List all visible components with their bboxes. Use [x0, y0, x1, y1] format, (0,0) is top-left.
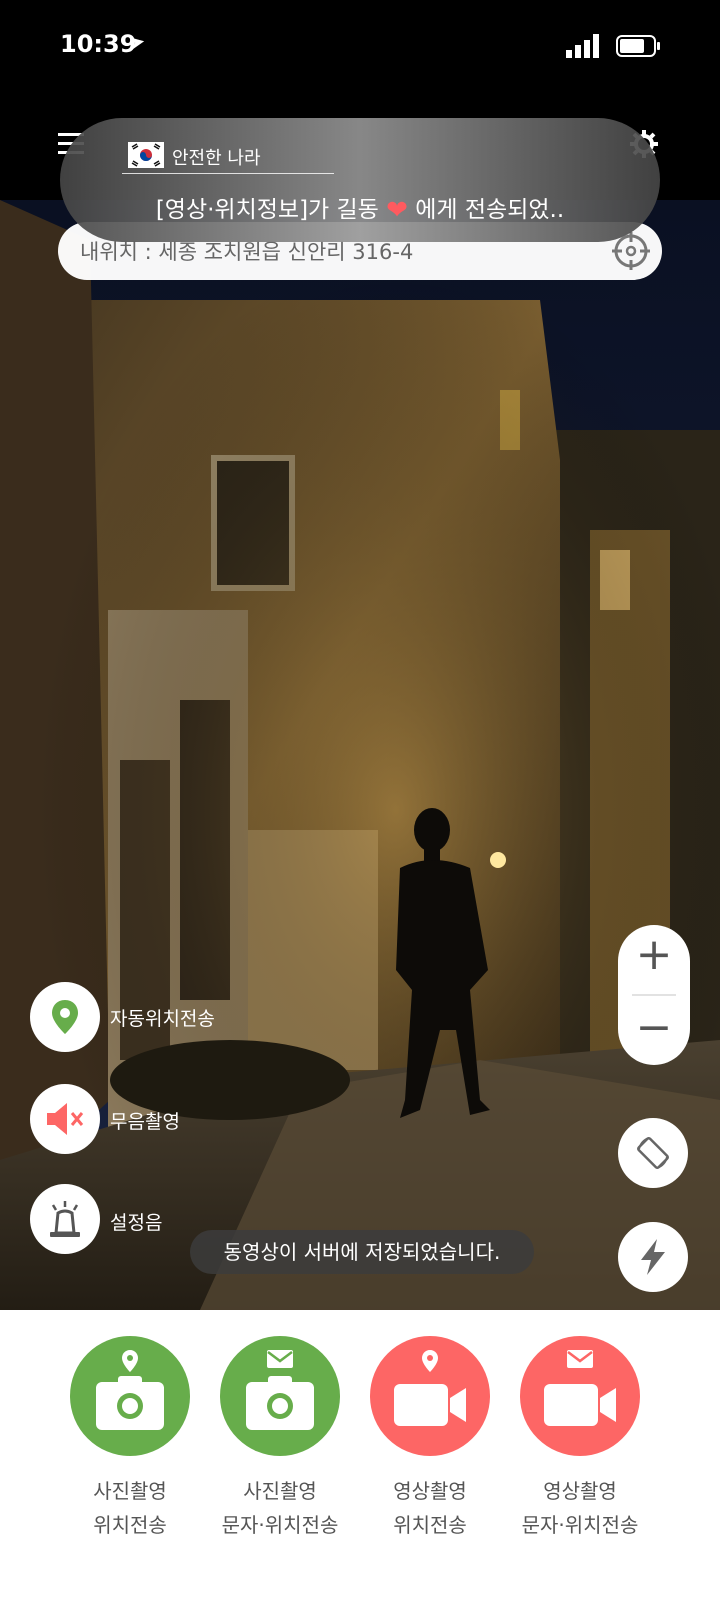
- battery-icon: [616, 35, 660, 57]
- notification-app-name: 안전한 나라: [172, 148, 261, 169]
- location-arrow-icon: ➤: [128, 30, 147, 55]
- map-pin-icon: [52, 1000, 78, 1034]
- alarm-sound-button[interactable]: [30, 1184, 100, 1254]
- video-sms-location-action[interactable]: 영상촬영 문자·위치전송: [510, 1336, 650, 1566]
- saved-toast: 동영상이 서버에 저장되었습니다.: [190, 1230, 534, 1274]
- heart-icon: ❤: [386, 195, 408, 226]
- action-bar: 사진촬영 위치전송 사진촬영 문자·위치전송 영상촬영 위치전송 영상촬영 문자…: [0, 1310, 720, 1600]
- video-sms-location-line1: 영상촬영: [543, 1479, 617, 1503]
- notification-message: [영상·위치정보]가 길동 ❤ 에게 전송되었..: [60, 190, 660, 226]
- speaker-mute-icon: [47, 1103, 84, 1135]
- silent-capture-label: 무음촬영: [110, 1111, 180, 1133]
- status-bar: 10:39 ➤: [0, 0, 720, 95]
- zoom-control: + −: [618, 925, 690, 1065]
- zoom-divider: [632, 994, 676, 996]
- video-sms-location-label: 영상촬영 문자·위치전송: [490, 1474, 670, 1542]
- auto-location-button[interactable]: [30, 982, 100, 1052]
- photo-sms-location-action[interactable]: 사진촬영 문자·위치전송: [210, 1336, 350, 1566]
- alley-scene-image: [0, 200, 720, 1310]
- photo-location-action[interactable]: 사진촬영 위치전송: [60, 1336, 200, 1566]
- camera-location-icon: [96, 1350, 164, 1430]
- notification-message-end: 에게 전송되었..: [415, 197, 565, 223]
- photo-location-button[interactable]: [70, 1336, 190, 1456]
- rotate-screen-icon: [637, 1137, 669, 1169]
- video-sms-location-line2: 문자·위치전송: [521, 1513, 639, 1537]
- signal-icon: [566, 34, 599, 58]
- lightning-icon: [641, 1239, 665, 1275]
- photo-sms-location-button[interactable]: [220, 1336, 340, 1456]
- notification-divider: [122, 173, 334, 174]
- video-location-action[interactable]: 영상촬영 위치전송: [360, 1336, 500, 1566]
- alarm-sound-label: 설정음: [110, 1212, 163, 1234]
- zoom-out-button[interactable]: −: [618, 997, 690, 1062]
- video-location-icon: [394, 1350, 466, 1426]
- status-time: 10:39: [60, 30, 137, 58]
- zoom-in-button[interactable]: +: [618, 925, 690, 990]
- silent-capture-button[interactable]: [30, 1084, 100, 1154]
- video-location-button[interactable]: [370, 1336, 490, 1456]
- notification-message-start: [영상·위치정보]가 길동: [155, 197, 379, 223]
- flash-button[interactable]: [618, 1222, 688, 1292]
- rotate-camera-button[interactable]: [618, 1118, 688, 1188]
- korea-flag-icon: [128, 142, 164, 168]
- siren-icon: [50, 1201, 80, 1237]
- auto-location-label: 자동위치전송: [110, 1008, 215, 1030]
- sent-notification[interactable]: 안전한 나라 [영상·위치정보]가 길동 ❤ 에게 전송되었..: [60, 118, 660, 242]
- camera-view[interactable]: [0, 200, 720, 1310]
- video-sms-location-button[interactable]: [520, 1336, 640, 1456]
- camera-mail-icon: [246, 1350, 314, 1430]
- video-mail-icon: [544, 1350, 616, 1426]
